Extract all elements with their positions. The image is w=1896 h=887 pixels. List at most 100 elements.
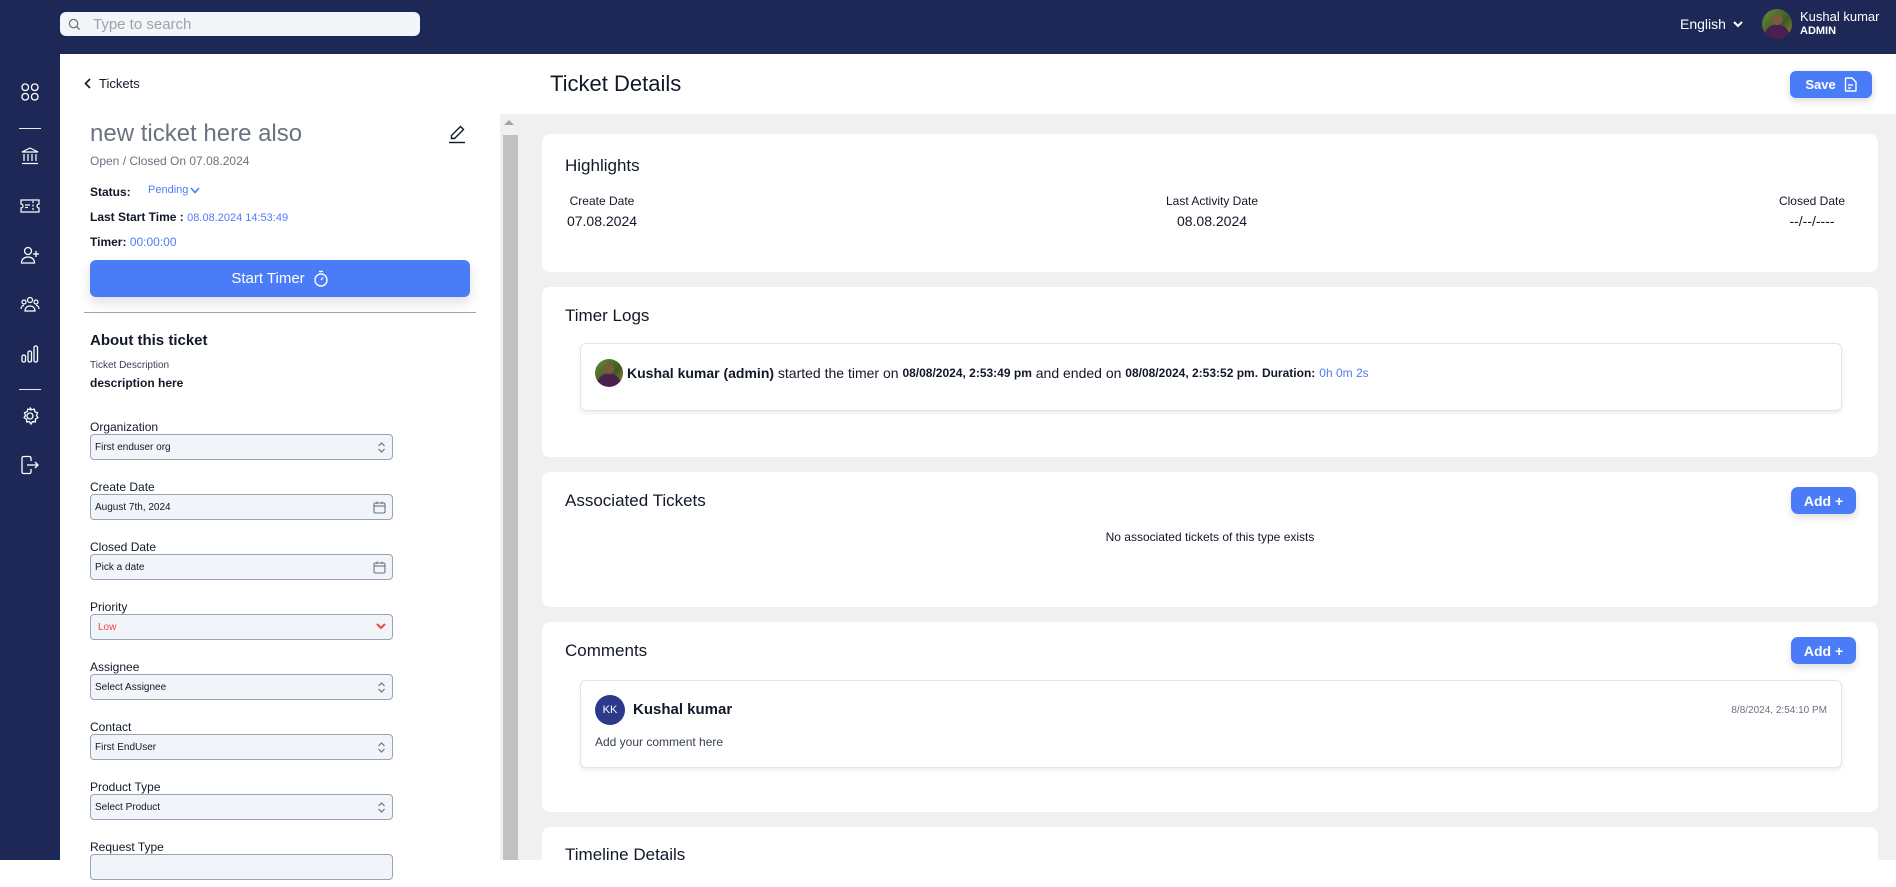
top-bar: Type to search English Kushal kumar ADMI… (0, 0, 1896, 54)
create-date-label: Create Date (569, 194, 635, 208)
chevron-left-icon (84, 78, 91, 89)
organization-value: First enduser org (95, 441, 171, 453)
highlight-create-date: Create Date 07.08.2024 (562, 194, 642, 229)
status-value: Pending (148, 184, 189, 196)
log-duration-label: Duration: (1261, 366, 1316, 380)
last-activity-value: 08.08.2024 (1176, 213, 1248, 229)
last-start-value: 08.08.2024 14:53:49 (187, 212, 289, 224)
closed-date-value: Pick a date (95, 561, 145, 573)
contact-label: Contact (90, 720, 132, 734)
request-type-label: Request Type (90, 840, 164, 854)
language-selector[interactable]: English (1680, 16, 1743, 32)
comments-card: Comments Add + KK Kushal kumar 8/8/2024,… (542, 622, 1878, 812)
priority-select[interactable]: Low (90, 614, 393, 640)
status-label: Status: (90, 185, 131, 199)
search-placeholder: Type to search (93, 15, 192, 33)
search-input[interactable]: Type to search (60, 12, 420, 36)
scroll-up-arrow-icon[interactable] (504, 120, 514, 125)
request-type-select[interactable] (90, 854, 393, 880)
timer-label: Timer: (90, 235, 127, 249)
page-title: Ticket Details (550, 71, 682, 96)
ticket-title: new ticket here also (90, 120, 303, 147)
start-timer-label: Start Timer (231, 270, 305, 287)
back-to-tickets-link[interactable]: Tickets (84, 76, 140, 91)
calendar-icon (373, 561, 386, 574)
product-type-select[interactable]: Select Product (90, 794, 393, 820)
associated-title: Associated Tickets (565, 491, 706, 510)
highlights-card: Highlights Create Date 07.08.2024 Last A… (542, 134, 1878, 272)
add-user-icon[interactable] (18, 243, 42, 267)
dashboard-icon[interactable] (18, 80, 42, 104)
settings-icon[interactable] (18, 404, 42, 428)
user-menu[interactable]: Kushal kumar ADMIN (1762, 9, 1879, 39)
priority-value: Low (98, 621, 117, 633)
organization-icon[interactable] (18, 144, 42, 168)
user-role: ADMIN (1800, 25, 1837, 37)
save-button[interactable]: Save (1790, 71, 1872, 98)
closed-date-value: --/--/---- (1789, 213, 1835, 229)
select-arrows-icon (377, 741, 386, 754)
chevron-down-icon (376, 623, 386, 630)
closed-date-picker[interactable]: Pick a date (90, 554, 393, 580)
select-arrows-icon (377, 441, 386, 454)
associated-empty-message: No associated tickets of this type exist… (1105, 530, 1315, 544)
scrollbar-thumb[interactable] (503, 135, 519, 860)
main-header: Ticket Details Save (518, 54, 1896, 114)
contact-select[interactable]: First EndUser (90, 734, 393, 760)
team-icon[interactable] (18, 293, 42, 317)
comment-body[interactable]: Add your comment here (595, 735, 723, 749)
comment-author: Kushal kumar (633, 701, 733, 718)
description-label: Ticket Description (90, 360, 170, 371)
assignee-label: Assignee (90, 660, 140, 674)
create-date-value: August 7th, 2024 (95, 501, 171, 513)
timer-row: Timer: 00:00:00 (90, 235, 177, 249)
associated-tickets-card: Associated Tickets Add + No associated t… (542, 472, 1878, 607)
organization-label: Organization (90, 420, 159, 434)
stopwatch-icon (313, 270, 329, 287)
avatar (1762, 9, 1792, 39)
add-comment-button[interactable]: Add + (1791, 637, 1856, 664)
contact-value: First EndUser (95, 741, 157, 753)
highlight-last-activity: Last Activity Date 08.08.2024 (1142, 194, 1282, 229)
closed-date-label: Closed Date (90, 540, 157, 554)
about-heading: About this ticket (90, 332, 208, 349)
timer-value: 00:00:00 (129, 235, 177, 249)
back-label: Tickets (99, 76, 140, 91)
logout-icon[interactable] (18, 453, 42, 477)
calendar-icon (373, 501, 386, 514)
timeline-title: Timeline Details (565, 845, 686, 864)
comments-title: Comments (565, 641, 648, 660)
status-dropdown[interactable]: Pending (148, 184, 200, 196)
document-icon (1844, 77, 1857, 92)
select-arrows-icon (377, 801, 386, 814)
assignee-select[interactable]: Select Assignee (90, 674, 393, 700)
reports-icon[interactable] (18, 342, 42, 366)
create-date-picker[interactable]: August 7th, 2024 (90, 494, 393, 520)
section-divider (84, 312, 476, 313)
tickets-icon[interactable] (18, 194, 42, 218)
chevron-down-icon (190, 186, 200, 194)
select-arrows-icon (377, 681, 386, 694)
product-type-value: Select Product (95, 801, 161, 813)
rail-divider (19, 128, 41, 129)
timer-logs-title: Timer Logs (565, 306, 650, 325)
log-start-time: 08/08/2024, 2:53:49 pm (902, 366, 1032, 380)
edit-icon[interactable] (448, 124, 466, 146)
sidebar-nav (0, 54, 60, 860)
ticket-subtitle: Open / Closed On 07.08.2024 (90, 154, 250, 168)
log-started-text: started the timer on (777, 365, 899, 381)
language-label: English (1680, 16, 1726, 32)
last-start-row: Last Start Time : 08.08.2024 14:53:49 (90, 210, 288, 224)
save-label: Save (1805, 77, 1836, 92)
start-timer-button[interactable]: Start Timer (90, 260, 470, 297)
highlight-closed-date: Closed Date --/--/---- (1762, 194, 1862, 229)
timeline-card: Timeline Details (542, 827, 1878, 887)
log-duration-value: 0h 0m 2s (1319, 366, 1369, 380)
organization-select[interactable]: First enduser org (90, 434, 393, 460)
add-associated-button[interactable]: Add + (1791, 487, 1856, 514)
log-user: Kushal kumar (admin) (627, 365, 775, 381)
highlights-title: Highlights (565, 156, 640, 175)
rail-divider (19, 389, 41, 390)
timer-logs-card: Timer Logs Kushal kumar (admin) started … (542, 287, 1878, 457)
search-icon (67, 17, 81, 31)
